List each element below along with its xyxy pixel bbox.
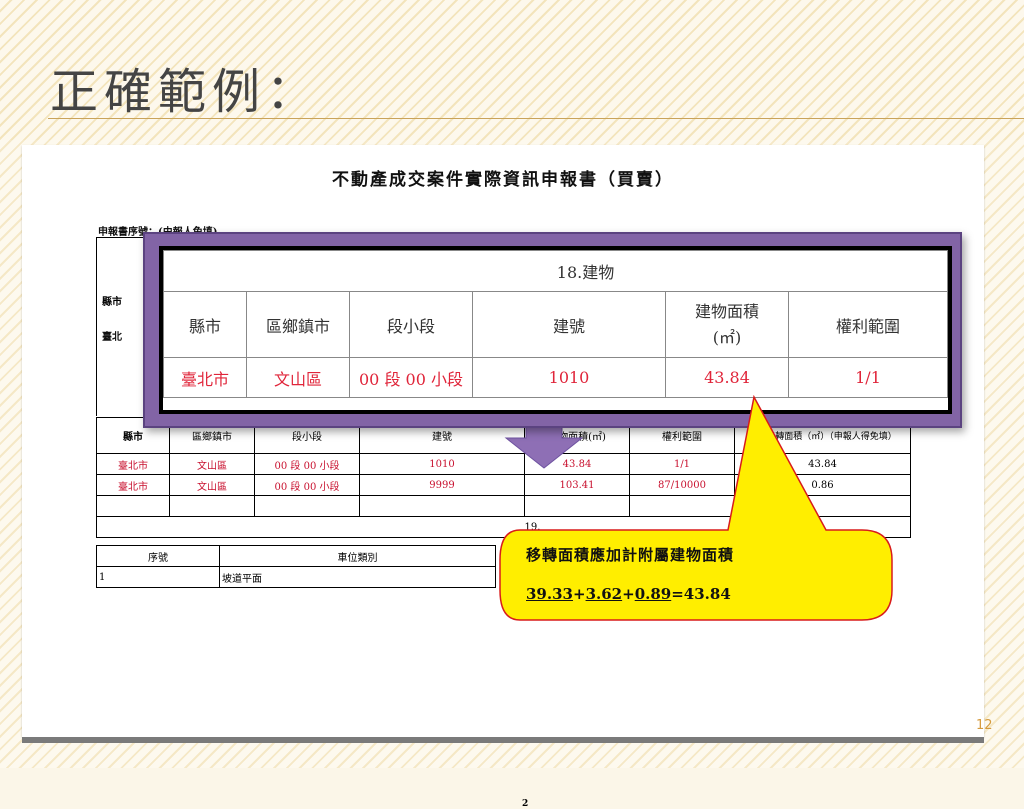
bt-r2-district: 文山區 [169, 474, 255, 496]
title-rule [48, 118, 1024, 119]
bt-r2-county: 臺北市 [96, 474, 170, 496]
zoom-h-area-label: 建物面積 [694, 301, 759, 321]
callout-line1: 移轉面積應加計附屬建物面積 [526, 546, 735, 564]
at-h-type: 車位類別 [219, 545, 496, 567]
zoom-h-area-unit: (㎡) [712, 327, 742, 347]
zoom-h-rights: 權利範圍 [788, 291, 948, 358]
bt-r1-section: 00 段 00 小段 [254, 453, 360, 475]
zoom-r-county: 臺北市 [163, 357, 247, 398]
bg-label-county: 縣市 [102, 297, 122, 308]
slide-number: 12 [976, 718, 993, 733]
at-r1-type: 坡道平面 [219, 566, 496, 588]
bt-r2-section: 00 段 00 小段 [254, 474, 360, 496]
callout-term-3: 0.89 [634, 585, 672, 603]
zoom-r-area: 43.84 [665, 357, 789, 398]
at-h-seq: 序號 [96, 545, 220, 567]
bt-r1-district: 文山區 [169, 453, 255, 475]
callout-result: =43.84 [671, 585, 731, 603]
zoom-table-frame: 18.建物 縣市 區鄉鎮市 段小段 建號 建物面積 (㎡) 權利範圍 臺北市 文… [159, 246, 952, 414]
zoom-r-district: 文山區 [246, 357, 350, 398]
attached-table: 序號 車位類別 1 坡道平面 [96, 545, 496, 588]
callout-term-2: 3.62 [585, 585, 623, 603]
zoom-h-number: 建號 [472, 291, 666, 358]
bt-r1-county: 臺北市 [96, 453, 170, 475]
slide-title: 正確範例： [50, 64, 321, 120]
zoom-table: 18.建物 縣市 區鄉鎮市 段小段 建號 建物面積 (㎡) 權利範圍 臺北市 文… [163, 250, 948, 398]
zoom-h-district: 區鄉鎮市 [246, 291, 350, 358]
zoom-h-area: 建物面積 (㎡) [665, 291, 789, 358]
callout-term-1: 39.33 [526, 585, 573, 603]
zoom-r-number: 1010 [472, 357, 666, 398]
at-r1-seq: 1 [96, 566, 220, 588]
zoom-h-county: 縣市 [163, 291, 247, 358]
bg-label-taipei: 臺北 [102, 332, 122, 343]
document-page-number: 2 [522, 799, 529, 809]
zoom-r-section: 00 段 00 小段 [349, 357, 473, 398]
zoom-h-section: 段小段 [349, 291, 473, 358]
slide-bottom-bar [22, 737, 984, 743]
zoom-r-rights: 1/1 [788, 357, 948, 398]
document-title: 不動產成交案件實際資訊申報書（買賣） [332, 170, 674, 190]
callout-formula: 39.33+3.62+0.89=43.84 [526, 585, 731, 603]
zoom-section-title: 18.建物 [163, 250, 948, 292]
